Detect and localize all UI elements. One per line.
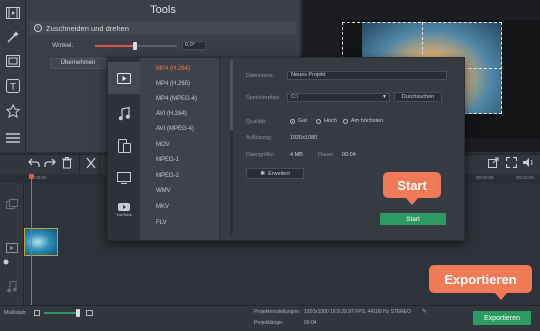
track-visibility-icon[interactable]	[3, 259, 9, 265]
playhead[interactable]	[31, 174, 32, 305]
tools-title: Tools	[150, 4, 176, 16]
scale-label: Maßstab:	[4, 310, 27, 316]
angle-label: Winkel:	[52, 42, 74, 49]
titles-icon[interactable]: T	[2, 76, 24, 96]
format-item[interactable]: WMV	[156, 188, 171, 194]
youtube-label: YouTube	[116, 212, 132, 217]
scale-slider-handle[interactable]	[76, 309, 80, 317]
zoom-in-icon[interactable]	[86, 310, 93, 316]
cut-icon[interactable]	[85, 157, 97, 169]
format-item[interactable]: AVI (H.264)	[156, 111, 187, 117]
advanced-button[interactable]: ✱ Erweitert	[246, 168, 304, 179]
svg-text:T: T	[10, 82, 16, 93]
export-category-tabs: YouTube	[108, 58, 140, 240]
quality-radio-high[interactable]	[316, 119, 321, 124]
duration-value: 00:04	[342, 152, 356, 158]
stickers-icon[interactable]	[2, 101, 24, 121]
resolution-value: 1920x1080	[290, 135, 318, 141]
format-item[interactable]: MPEG-2	[156, 173, 179, 179]
quality-highest-label: Am höchsten	[351, 118, 384, 124]
tab-audio[interactable]	[108, 98, 140, 130]
crop-rotate-title: Zuschneiden und drehen	[46, 23, 129, 33]
angle-slider-handle[interactable]	[133, 42, 137, 50]
export-callout-arrow	[495, 293, 507, 300]
start-button[interactable]: Start	[380, 213, 446, 225]
format-scrollbar-thumb[interactable]	[230, 60, 233, 130]
export-button[interactable]: Exportieren	[473, 311, 531, 325]
more-tools-icon[interactable]	[2, 128, 24, 148]
project-duration-label: Projektlänge:	[254, 320, 284, 326]
format-item[interactable]: MP4 (H.265)	[156, 81, 190, 87]
filename-input[interactable]: Neues Projekt	[287, 71, 447, 80]
audio-track-icon	[7, 281, 17, 293]
scale-slider[interactable]	[44, 309, 80, 317]
dropdown-icon[interactable]: ▼	[382, 94, 387, 101]
tab-video[interactable]	[108, 62, 140, 94]
start-callout-arrow	[406, 198, 418, 205]
video-clip-thumbnail[interactable]	[24, 228, 58, 256]
format-item[interactable]: MKV	[156, 204, 169, 210]
apply-button[interactable]: Übernehmen	[50, 58, 106, 69]
undo-icon[interactable]	[28, 158, 40, 168]
project-duration-value: 00:04	[304, 320, 317, 326]
crop-rotate-header[interactable]: ‹ Zuschneiden und drehen	[30, 21, 296, 35]
format-item[interactable]: FLV	[156, 220, 167, 226]
angle-input[interactable]: 0,0°	[182, 41, 206, 50]
left-toolbar: T	[0, 0, 26, 152]
volume-icon[interactable]	[522, 157, 534, 168]
import-icon[interactable]	[2, 3, 24, 23]
format-item[interactable]: MP4 (H.264)	[156, 66, 190, 72]
filesize-label: Dateigröße:	[246, 152, 275, 158]
project-settings-label: Projekteinstellungen:	[254, 309, 301, 315]
youtube-icon	[118, 203, 130, 211]
quality-good-label: Gut	[298, 118, 307, 124]
quality-label: Qualität:	[246, 119, 267, 125]
quality-radio-highest[interactable]	[343, 119, 348, 124]
tab-youtube[interactable]: YouTube	[108, 194, 140, 226]
path-input[interactable]: C:\ ▼	[287, 93, 390, 102]
angle-slider[interactable]	[95, 42, 177, 50]
quality-radio-good[interactable]	[290, 119, 295, 124]
path-label: Speicherpfad:	[246, 95, 280, 101]
fullscreen-icon[interactable]	[506, 157, 517, 168]
advanced-label: Erweitert	[268, 170, 290, 177]
format-item[interactable]: MPEG-1	[156, 157, 179, 163]
popout-icon[interactable]	[488, 157, 499, 168]
zoom-out-icon[interactable]	[34, 310, 40, 316]
overlay-track-icon	[6, 199, 18, 209]
video-track-icon	[6, 243, 18, 253]
export-callout: Exportieren	[429, 265, 532, 293]
start-callout: Start	[383, 172, 441, 198]
browse-button[interactable]: Durchsuchen	[394, 92, 442, 102]
filename-label: Dateiname:	[246, 73, 275, 79]
ruler-time-right2: 00:01:00	[516, 175, 534, 180]
tab-tv[interactable]	[108, 162, 140, 194]
playhead-handle[interactable]	[29, 174, 34, 179]
filters-icon[interactable]	[2, 51, 24, 71]
delete-icon[interactable]	[62, 157, 72, 169]
quality-high-label: Hoch	[324, 118, 337, 124]
ruler-time-right: 00:00:55	[476, 175, 494, 180]
back-icon[interactable]: ‹	[34, 24, 42, 32]
format-item[interactable]: MP4 (MPEG-4)	[156, 96, 197, 102]
format-item[interactable]: MOV	[156, 142, 170, 148]
track-header	[0, 183, 24, 305]
duration-label: Dauer:	[318, 152, 335, 158]
gear-icon: ✱	[260, 171, 266, 177]
resolution-label: Auflösung:	[246, 135, 272, 141]
magic-wand-icon[interactable]	[2, 27, 24, 47]
redo-icon[interactable]	[44, 158, 56, 168]
format-item[interactable]: AVI (MPEG-4)	[156, 126, 194, 132]
path-value: C:\	[291, 94, 299, 100]
filesize-value: 4 MB	[290, 152, 303, 158]
edit-settings-icon[interactable]: ✎	[422, 308, 427, 315]
tab-devices[interactable]	[108, 130, 140, 162]
format-list: MP4 (H.264) MP4 (H.265) MP4 (MPEG-4) AVI…	[140, 58, 220, 240]
project-settings-value: 1920x1080 16:9 29.97 FPS, 44100 Hz STERE…	[304, 309, 412, 315]
